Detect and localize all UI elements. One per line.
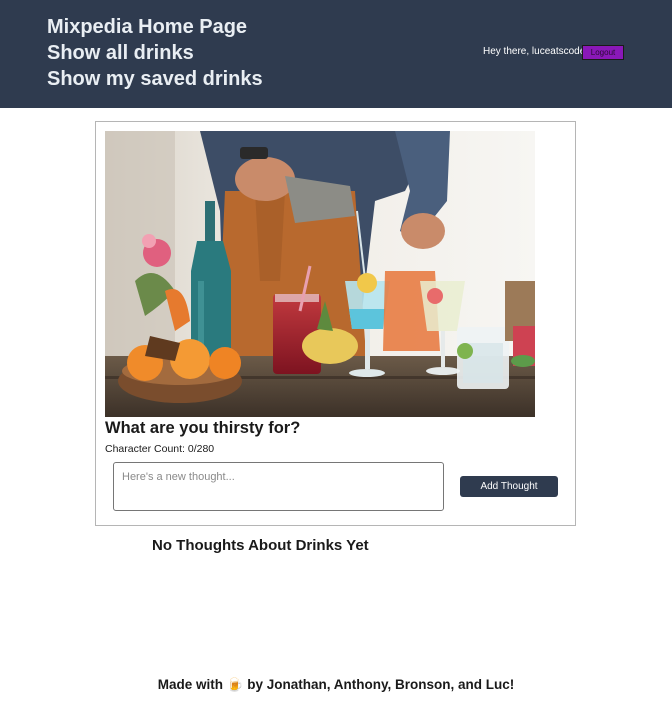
add-thought-button[interactable]: Add Thought xyxy=(460,476,558,497)
site-footer: Made with 🍺 by Jonathan, Anthony, Bronso… xyxy=(157,677,515,692)
character-count: Character Count: 0/280 xyxy=(105,443,215,455)
site-header: Mixpedia Home Page Show all drinks Show … xyxy=(0,0,672,108)
thought-prompt-heading: What are you thirsty for? xyxy=(105,419,301,437)
logout-button[interactable]: Logout xyxy=(582,45,624,60)
hero-image xyxy=(105,131,535,417)
user-greeting: Hey there, luceatscode! xyxy=(483,46,589,57)
nav-all-drinks-link[interactable]: Show all drinks xyxy=(47,42,194,65)
nav-home-link[interactable]: Mixpedia Home Page xyxy=(47,16,247,39)
thought-input[interactable] xyxy=(113,462,444,511)
no-thoughts-message: No Thoughts About Drinks Yet xyxy=(152,537,369,554)
thought-form-card: What are you thirsty for? Character Coun… xyxy=(95,121,576,526)
nav-saved-drinks-link[interactable]: Show my saved drinks xyxy=(47,68,263,91)
